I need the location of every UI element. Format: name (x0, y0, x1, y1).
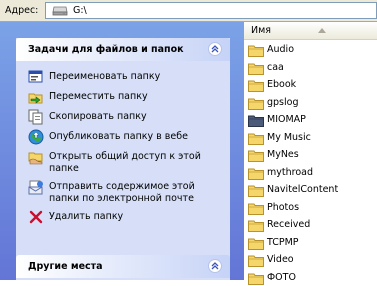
file-list-item[interactable]: mythroad (244, 165, 377, 181)
copy-icon (28, 109, 43, 125)
task-label: Переименовать папку (49, 71, 161, 82)
file-list-item[interactable]: Received (244, 217, 377, 233)
folder-icon (248, 63, 264, 75)
file-list-item[interactable]: Ebook (244, 77, 377, 93)
file-list: Имя Audio caa Ebook gpslog MIOMAP My Music MyN… (244, 22, 377, 285)
file-name: MyNes (267, 149, 299, 160)
file-list-item[interactable]: caa (244, 60, 377, 76)
task-label: Удалить папку (49, 211, 124, 222)
folder-icon (248, 115, 264, 127)
file-list-item[interactable]: Video (244, 252, 377, 268)
folder-icon (248, 273, 264, 285)
sort-ascending-icon (318, 28, 326, 33)
task-label: Переместить папку (49, 91, 148, 102)
file-name: Ebook (267, 79, 297, 90)
file-name: Audio (267, 44, 295, 55)
address-value: G:\ (73, 5, 87, 16)
task-list: Переименовать папку Переместить папку Ск… (16, 61, 230, 267)
address-input[interactable]: G:\ (45, 2, 377, 19)
rename-icon (28, 70, 43, 83)
file-list-item[interactable]: Audio (244, 42, 377, 58)
file-name: Received (267, 219, 311, 230)
task-label: Опубликовать папку в вебе (49, 131, 188, 142)
folder-icon (248, 185, 264, 197)
task-label: Открыть общий доступ к этой папке (49, 151, 201, 174)
chevron-up-icon (211, 45, 219, 53)
folder-icon (248, 80, 264, 92)
folder-icon (248, 168, 264, 180)
file-name: gpslog (267, 96, 299, 108)
tasks-panel: Задачи для файлов и папок Переименовать … (16, 38, 230, 267)
folder-icon (248, 255, 264, 267)
column-header-label: Имя (251, 25, 271, 36)
address-bar: Адрес: G:\ (0, 0, 377, 22)
folder-icon (248, 150, 264, 162)
tasks-panel-title: Задачи для файлов и папок (28, 44, 184, 55)
task-pane: Задачи для файлов и папок Переименовать … (0, 22, 244, 280)
drive-icon (52, 6, 68, 16)
file-list-item[interactable]: MyNes (244, 147, 377, 163)
collapse-other-places-button[interactable] (208, 259, 222, 273)
folder-icon (248, 220, 264, 232)
folder-icon (248, 98, 264, 110)
file-name: TCPMP (267, 236, 299, 248)
file-name: caa (267, 61, 284, 73)
share-icon (28, 152, 43, 165)
file-name: ФОТО (267, 271, 296, 283)
other-places-panel-title: Другие места (28, 261, 103, 272)
collapse-tasks-button[interactable] (208, 42, 222, 56)
file-list-item[interactable]: TCPMP (244, 235, 377, 251)
column-header-name[interactable]: Имя (244, 22, 377, 40)
task-label: Отправить содержимое этой папки по элект… (49, 181, 195, 204)
folder-icon (248, 45, 264, 57)
file-name: MIOMAP (267, 114, 306, 125)
other-places-panel: Другие места (16, 255, 230, 280)
chevron-up-icon (211, 262, 219, 270)
move-icon (28, 93, 43, 104)
file-list-item[interactable]: Photos (244, 200, 377, 216)
file-list-item[interactable]: MIOMAP (244, 112, 377, 128)
file-name: NavitelContent (267, 184, 339, 195)
folder-icon (248, 238, 264, 250)
tasks-panel-header[interactable]: Задачи для файлов и папок (16, 38, 230, 61)
file-list-item[interactable]: NavitelContent (244, 182, 377, 198)
publish-web-icon (28, 129, 44, 145)
email-icon (28, 180, 43, 195)
file-name: Video (267, 254, 294, 265)
folder-icon (248, 203, 264, 215)
file-name: Photos (267, 201, 300, 213)
delete-icon (29, 210, 43, 224)
address-label: Адрес: (5, 5, 39, 16)
file-list-item[interactable]: ФОТО (244, 270, 377, 286)
folder-icon (248, 133, 264, 145)
other-places-panel-header[interactable]: Другие места (16, 255, 230, 278)
task-label: Скопировать папку (49, 111, 147, 122)
file-name: My Music (267, 131, 311, 143)
file-list-item[interactable]: My Music (244, 130, 377, 146)
file-name: mythroad (267, 166, 313, 178)
file-list-item[interactable]: gpslog (244, 95, 377, 111)
